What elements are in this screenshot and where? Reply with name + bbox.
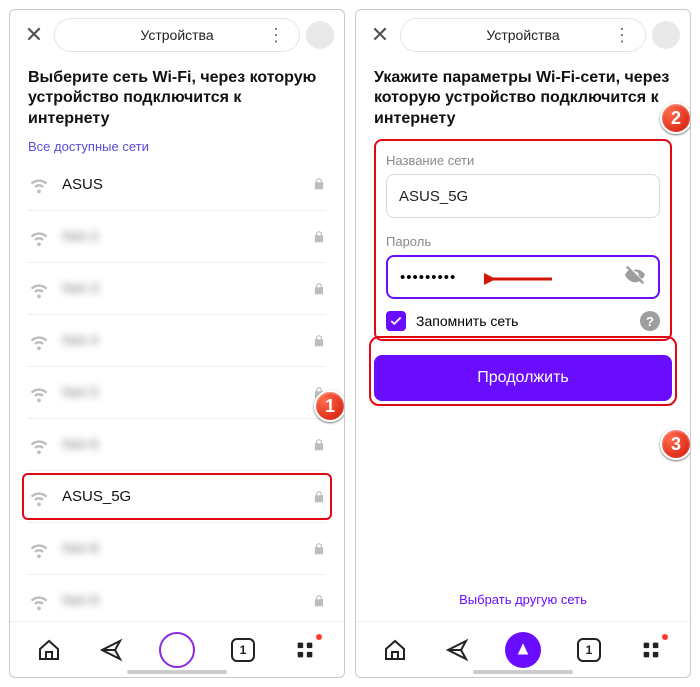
remember-row: Запомнить сеть ? bbox=[386, 311, 660, 331]
right-content: Укажите параметры Wi-Fi-сети, через кото… bbox=[356, 60, 690, 621]
wifi-name: Net-8 bbox=[62, 540, 312, 557]
wifi-icon bbox=[28, 173, 50, 195]
wifi-icon bbox=[28, 590, 50, 612]
remember-checkbox[interactable] bbox=[386, 311, 406, 331]
nav-home-icon[interactable] bbox=[35, 636, 63, 664]
wifi-item[interactable]: Net-2 bbox=[28, 210, 326, 262]
avatar[interactable] bbox=[652, 21, 680, 49]
wifi-icon bbox=[28, 226, 50, 248]
tab-count: 1 bbox=[577, 638, 601, 662]
wifi-icon bbox=[28, 330, 50, 352]
lock-icon bbox=[312, 230, 326, 244]
continue-button[interactable]: Продолжить bbox=[374, 355, 672, 401]
notification-dot bbox=[316, 634, 322, 640]
wifi-item[interactable]: Net-4 bbox=[28, 314, 326, 366]
remember-label: Запомнить сеть bbox=[416, 313, 518, 329]
wifi-name: ASUS bbox=[62, 176, 312, 193]
wifi-item[interactable]: Net-5 bbox=[28, 366, 326, 418]
nav-alice-button[interactable] bbox=[159, 632, 195, 668]
wifi-name: Net-5 bbox=[62, 384, 312, 401]
more-icon[interactable]: ⋮ bbox=[613, 25, 631, 46]
wifi-item[interactable]: Net-3 bbox=[28, 262, 326, 314]
continue-highlight: Продолжить bbox=[374, 341, 672, 401]
ssid-value: ASUS_5G bbox=[399, 188, 468, 205]
lock-icon bbox=[312, 542, 326, 556]
wifi-item[interactable]: ASUS bbox=[28, 158, 326, 210]
nav-send-icon[interactable] bbox=[97, 636, 125, 664]
nav-alice-button[interactable] bbox=[505, 632, 541, 668]
header: ✕ Устройства ⋮ bbox=[10, 10, 344, 60]
wifi-icon bbox=[28, 486, 50, 508]
wifi-icon bbox=[28, 382, 50, 404]
notification-dot bbox=[662, 634, 668, 640]
ssid-label: Название сети bbox=[386, 153, 660, 168]
wifi-item-selected[interactable]: ASUS_5G bbox=[28, 470, 326, 522]
wifi-name: Net-3 bbox=[62, 280, 312, 297]
wifi-form: Название сети ASUS_5G Пароль bbox=[374, 139, 672, 341]
nav-home-icon[interactable] bbox=[381, 636, 409, 664]
choose-other-link[interactable]: Выбрать другую сеть bbox=[356, 592, 690, 607]
wifi-name: Net-2 bbox=[62, 228, 312, 245]
wifi-item[interactable]: Net-6 bbox=[28, 418, 326, 470]
phone-right: ✕ Устройства ⋮ Укажите параметры Wi-Fi-с… bbox=[355, 9, 691, 678]
bottom-nav: 1 bbox=[10, 621, 344, 677]
wifi-item[interactable]: Net-9 bbox=[28, 574, 326, 621]
nav-tabs-button[interactable]: 1 bbox=[575, 636, 603, 664]
lock-icon bbox=[312, 282, 326, 296]
annotation-callout-1: 1 bbox=[314, 390, 344, 422]
lock-icon bbox=[312, 177, 326, 191]
more-icon[interactable]: ⋮ bbox=[267, 25, 285, 46]
avatar[interactable] bbox=[306, 21, 334, 49]
all-networks-link[interactable]: Все доступные сети bbox=[28, 139, 326, 154]
wifi-name: Net-4 bbox=[62, 332, 312, 349]
wifi-icon bbox=[28, 278, 50, 300]
wifi-icon bbox=[28, 434, 50, 456]
lock-icon bbox=[312, 438, 326, 452]
nav-menu-icon[interactable] bbox=[637, 636, 665, 664]
wifi-item[interactable]: Net-8 bbox=[28, 522, 326, 574]
phone-left: ✕ Устройства ⋮ Выберите сеть Wi-Fi, чере… bbox=[9, 9, 345, 678]
annotation-callout-3: 3 bbox=[660, 428, 690, 460]
eye-off-icon[interactable] bbox=[624, 264, 646, 290]
header: ✕ Устройства ⋮ bbox=[356, 10, 690, 60]
password-field[interactable] bbox=[386, 255, 660, 299]
close-button[interactable]: ✕ bbox=[366, 22, 394, 48]
lock-icon bbox=[312, 490, 326, 504]
header-title-pill[interactable]: Устройства ⋮ bbox=[54, 18, 300, 52]
header-title: Устройства bbox=[140, 27, 213, 43]
page-heading: Укажите параметры Wi-Fi-сети, через кото… bbox=[374, 68, 672, 129]
annotation-callout-2: 2 bbox=[660, 102, 690, 134]
nav-tabs-button[interactable]: 1 bbox=[229, 636, 257, 664]
nav-send-icon[interactable] bbox=[443, 636, 471, 664]
home-indicator bbox=[127, 670, 227, 674]
ssid-field[interactable]: ASUS_5G bbox=[386, 174, 660, 218]
bottom-nav: 1 bbox=[356, 621, 690, 677]
nav-menu-icon[interactable] bbox=[291, 636, 319, 664]
wifi-icon bbox=[28, 538, 50, 560]
lock-icon bbox=[312, 334, 326, 348]
close-button[interactable]: ✕ bbox=[20, 22, 48, 48]
help-icon[interactable]: ? bbox=[640, 311, 660, 331]
wifi-list: ASUS Net-2 Net-3 Net-4 bbox=[28, 158, 326, 621]
wifi-name: Net-6 bbox=[62, 436, 312, 453]
password-input[interactable] bbox=[400, 269, 616, 286]
tab-count: 1 bbox=[231, 638, 255, 662]
lock-icon bbox=[312, 594, 326, 608]
left-content: Выберите сеть Wi-Fi, через которую устро… bbox=[10, 60, 344, 621]
page-heading: Выберите сеть Wi-Fi, через которую устро… bbox=[28, 68, 326, 129]
home-indicator bbox=[473, 670, 573, 674]
wifi-name: ASUS_5G bbox=[62, 488, 312, 505]
header-title-pill[interactable]: Устройства ⋮ bbox=[400, 18, 646, 52]
header-title: Устройства bbox=[486, 27, 559, 43]
password-label: Пароль bbox=[386, 234, 660, 249]
wifi-name: Net-9 bbox=[62, 592, 312, 609]
